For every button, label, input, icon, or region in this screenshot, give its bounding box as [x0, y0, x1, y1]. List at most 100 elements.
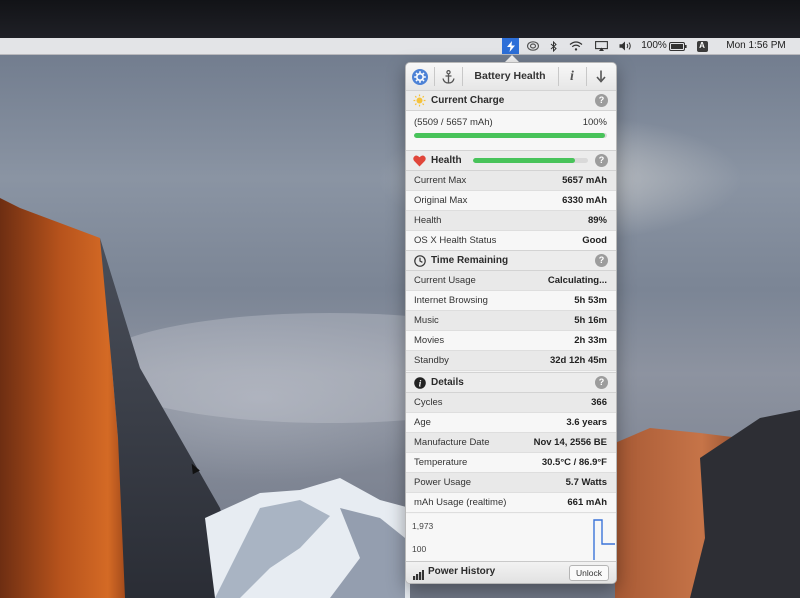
- clock-icon: [413, 254, 426, 267]
- table-row: Cycles 366: [406, 393, 616, 413]
- battery-health-popover: Battery Health i Current Charge ? (5509 …: [405, 62, 617, 584]
- battery-icon[interactable]: [668, 38, 688, 54]
- table-row: Internet Browsing 5h 53m: [406, 291, 616, 311]
- row-label: Age: [414, 417, 431, 428]
- charge-detail: (5509 / 5657 mAh) 100%: [406, 111, 616, 153]
- help-icon[interactable]: ?: [595, 154, 608, 167]
- row-value: Calculating...: [547, 275, 607, 286]
- table-row: Current Max 5657 mAh: [406, 171, 616, 191]
- input-source-label: A: [696, 40, 708, 52]
- row-label: Current Usage: [414, 275, 476, 286]
- row-label: Music: [414, 315, 439, 326]
- popover-title: Battery Health: [474, 70, 546, 82]
- row-value: 89%: [587, 215, 607, 226]
- table-row: mAh Usage (realtime) 661 mAh: [406, 493, 616, 513]
- charge-percent: 100%: [582, 117, 607, 128]
- section-title: Time Remaining: [431, 255, 509, 266]
- wallpaper-landscape: [0, 198, 800, 598]
- table-row: Health 89%: [406, 211, 616, 231]
- popover-toolbar: Battery Health i: [406, 63, 616, 91]
- row-label: Manufacture Date: [414, 437, 490, 448]
- row-value: 661 mAh: [567, 497, 607, 508]
- row-value: Good: [582, 235, 607, 246]
- footer-title: Power History: [428, 566, 496, 577]
- sun-icon: [413, 94, 426, 107]
- section-title: Details: [431, 377, 464, 388]
- volume-icon[interactable]: [617, 38, 635, 54]
- graph-line: [593, 519, 615, 560]
- heart-icon: [413, 154, 426, 167]
- row-value: 5h 16m: [574, 315, 607, 326]
- toolbar-divider: [558, 67, 559, 86]
- row-value: 366: [591, 397, 607, 408]
- bolt-icon[interactable]: [502, 38, 519, 54]
- section-title: Health: [431, 155, 462, 166]
- row-label: Health: [414, 215, 442, 226]
- table-row: Temperature 30.5°C / 86.9°F: [406, 453, 616, 473]
- download-arrow-icon[interactable]: [590, 66, 612, 87]
- section-time-remaining: Time Remaining ?: [406, 250, 616, 271]
- section-title: Current Charge: [431, 95, 505, 106]
- target-icon[interactable]: [525, 38, 541, 54]
- health-progress-bar: [473, 158, 588, 163]
- wifi-icon[interactable]: [567, 38, 585, 54]
- table-row: Original Max 6330 mAh: [406, 191, 616, 211]
- row-label: Movies: [414, 335, 445, 346]
- bluetooth-icon[interactable]: [547, 38, 559, 54]
- health-progress-fill: [473, 158, 576, 163]
- row-label: mAh Usage (realtime): [414, 497, 507, 508]
- row-label: Original Max: [414, 195, 468, 206]
- table-row: OS X Health Status Good: [406, 231, 616, 251]
- power-history-graph: 1,973 100: [406, 514, 616, 561]
- row-value: 32d 12h 45m: [549, 355, 607, 366]
- row-label: Internet Browsing: [414, 295, 488, 306]
- row-value: 6330 mAh: [562, 195, 607, 206]
- charge-progress-bar: [414, 133, 607, 138]
- settings-gear-icon[interactable]: [410, 66, 430, 87]
- section-health: Health ?: [406, 150, 616, 171]
- section-details: i Details ?: [406, 372, 616, 393]
- table-row: Power Usage 5.7 Watts: [406, 473, 616, 493]
- row-value: 3.6 years: [566, 417, 607, 428]
- bar-chart-icon: [413, 567, 424, 583]
- row-value: 5.7 Watts: [565, 477, 607, 488]
- row-value: 30.5°C / 86.9°F: [541, 457, 607, 468]
- screen-bezel: [0, 0, 800, 38]
- info-circle-icon: i: [413, 376, 426, 389]
- row-label: Current Max: [414, 175, 467, 186]
- help-icon[interactable]: ?: [595, 376, 608, 389]
- table-row: Manufacture Date Nov 14, 2556 BE: [406, 433, 616, 453]
- row-label: Power Usage: [414, 477, 472, 488]
- table-row: Music 5h 16m: [406, 311, 616, 331]
- charge-mah: (5509 / 5657 mAh): [414, 117, 493, 128]
- row-label: OS X Health Status: [414, 235, 497, 246]
- battery-percent: 100%: [641, 40, 667, 51]
- table-row: Age 3.6 years: [406, 413, 616, 433]
- anchor-icon[interactable]: [437, 66, 459, 87]
- popover-arrow: [505, 55, 519, 62]
- section-current-charge: Current Charge ?: [406, 90, 616, 111]
- info-icon[interactable]: i: [562, 66, 582, 87]
- row-label: Temperature: [414, 457, 468, 468]
- row-value: 2h 33m: [574, 335, 607, 346]
- menu-bar: 100% A Mon 1:56 PM: [0, 38, 800, 55]
- toolbar-divider: [462, 67, 463, 86]
- table-row: Standby 32d 12h 45m: [406, 351, 616, 371]
- row-value: 5657 mAh: [562, 175, 607, 186]
- charge-progress-fill: [414, 133, 606, 138]
- menubar-clock[interactable]: Mon 1:56 PM: [718, 38, 794, 54]
- row-label: Cycles: [414, 397, 443, 408]
- toolbar-divider: [586, 67, 587, 86]
- table-row: Current Usage Calculating...: [406, 271, 616, 291]
- unlock-button[interactable]: Unlock: [569, 565, 609, 581]
- row-label: Standby: [414, 355, 449, 366]
- help-icon[interactable]: ?: [595, 254, 608, 267]
- airplay-icon[interactable]: [593, 38, 609, 54]
- popover-footer: Power History Unlock: [406, 561, 616, 583]
- row-value: 5h 53m: [574, 295, 607, 306]
- row-value: Nov 14, 2556 BE: [533, 437, 607, 448]
- help-icon[interactable]: ?: [595, 94, 608, 107]
- table-row: Movies 2h 33m: [406, 331, 616, 351]
- input-source-icon[interactable]: A: [695, 38, 709, 54]
- desktop-wallpaper: [0, 38, 800, 598]
